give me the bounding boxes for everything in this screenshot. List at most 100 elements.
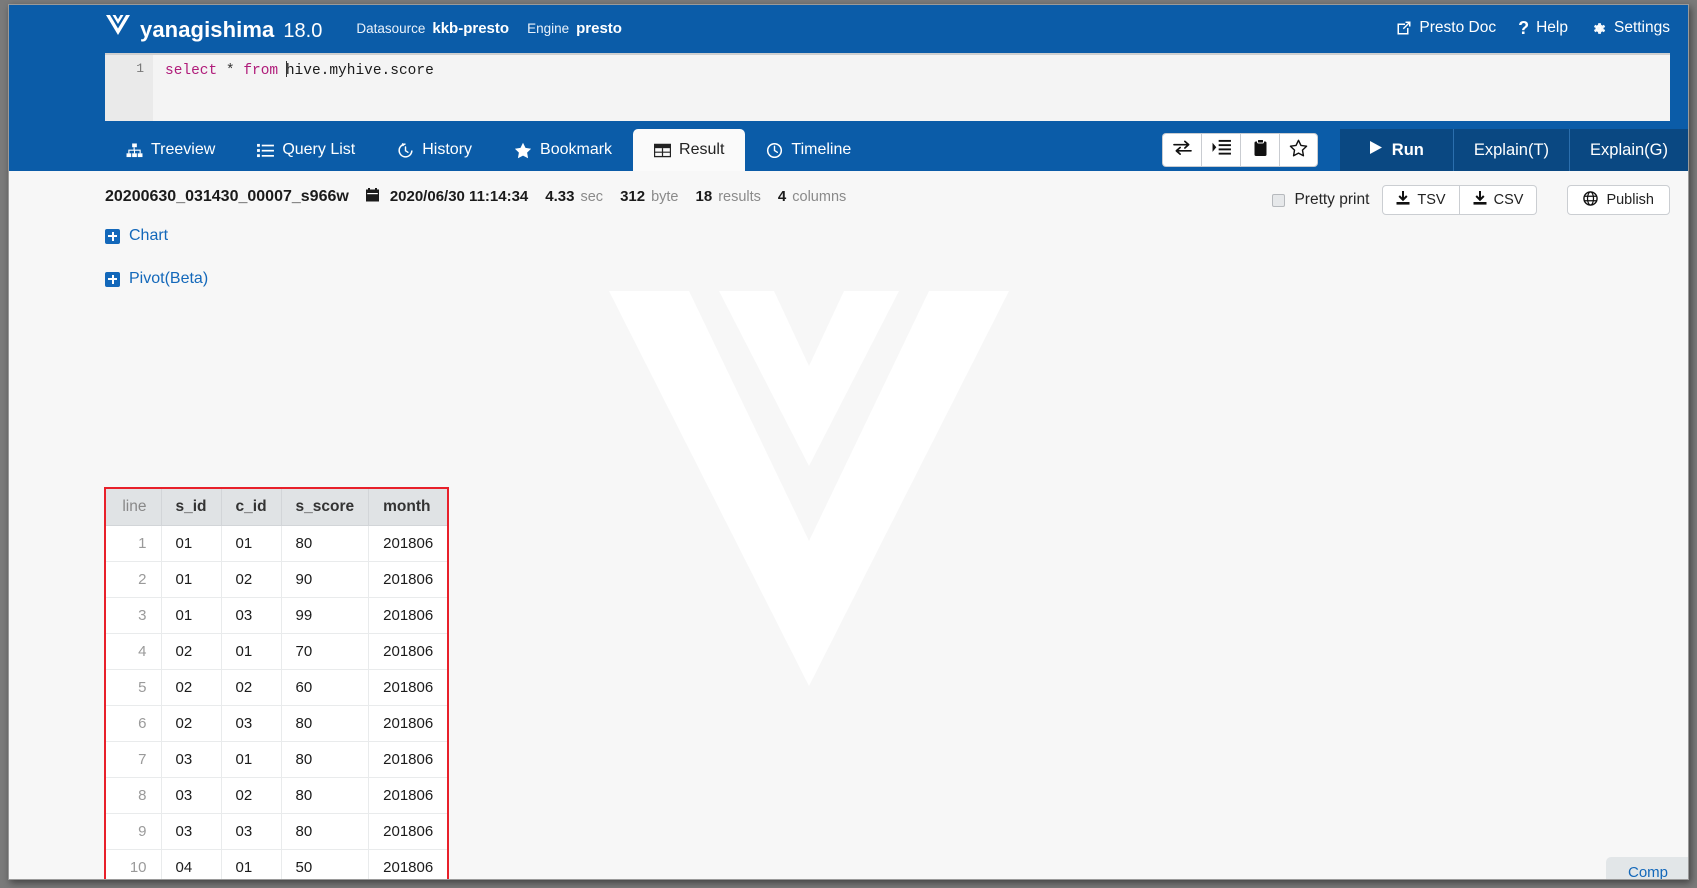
pretty-print-checkbox[interactable] [1272,193,1286,207]
question-mark-icon: ? [1518,18,1530,38]
star-filled-icon [514,142,532,159]
star-outline-button[interactable] [1279,133,1318,167]
download-group: TSV CSV [1382,185,1538,215]
run-button-group: Run Explain(T) Explain(G) [1339,129,1688,171]
explain-t-button[interactable]: Explain(T) [1453,129,1571,171]
settings-link[interactable]: Settings [1590,19,1670,37]
cell-s_id: 01 [161,561,222,598]
cell-s_score: 80 [281,777,370,814]
tab-history[interactable]: History [376,129,493,171]
cell-s_id: 04 [161,849,222,879]
download-icon [1473,190,1487,210]
pivot-toggle[interactable]: Pivot(Beta) [9,270,208,288]
chart-toggle-label: Chart [129,227,169,244]
brand-logo[interactable]: yanagishima 18.0 [105,13,322,43]
cell-month: 201806 [368,525,448,562]
column-header-s_id[interactable]: s_id [161,489,222,526]
rows-unit: results [718,189,761,205]
column-header-line[interactable]: line [106,489,162,526]
timestamp-value: 2020/06/30 11:14:34 [389,188,529,205]
app-window: yanagishima 18.0 Datasource kkb-presto E… [8,4,1689,880]
rows-group: 18 results [696,188,761,205]
compare-chip[interactable]: Comp [1605,857,1688,879]
tab-label: Treeview [151,141,216,158]
cell-line: 8 [106,777,162,814]
size-value: 312 [620,188,646,205]
tab-result[interactable]: Result [633,129,746,171]
cell-month: 201806 [368,633,448,670]
tab-query-list[interactable]: Query List [236,129,376,171]
datasource-group[interactable]: Datasource kkb-presto [356,20,509,37]
table-row[interactable]: 8 03 02 80 201806 [106,777,448,814]
column-header-month[interactable]: month [368,489,448,526]
download-csv-button[interactable]: CSV [1459,185,1538,215]
chart-toggle[interactable]: Chart [9,227,168,245]
cell-month: 201806 [368,813,448,850]
pretty-print-control[interactable]: Pretty print [1272,191,1369,209]
cell-c_id: 02 [221,561,282,598]
run-button[interactable]: Run [1339,129,1454,171]
swap-arrows-icon [1172,139,1192,161]
elapsed-value: 4.33 [545,188,575,205]
editor-tool-group [1162,133,1318,167]
table-row[interactable]: 1 01 01 80 201806 [106,525,448,562]
swap-arrows-button[interactable] [1162,133,1201,167]
explain-g-button[interactable]: Explain(G) [1570,129,1688,171]
table-row[interactable]: 2 01 02 90 201806 [106,561,448,598]
brand-version: 18.0 [283,20,323,42]
cell-s_id: 02 [161,633,222,670]
tab-treeview[interactable]: Treeview [105,129,236,171]
cell-s_score: 80 [281,741,370,778]
history-icon [397,142,414,159]
column-header-s_score[interactable]: s_score [281,489,370,526]
cell-c_id: 01 [221,525,282,562]
cell-c_id: 03 [221,705,282,742]
cell-c_id: 01 [221,849,282,879]
tab-timeline[interactable]: Timeline [745,129,872,171]
result-table-highlight: line s_id c_id s_score month 1 01 01 80 … [104,487,450,879]
engine-group[interactable]: Engine presto [527,20,622,37]
cell-c_id: 02 [221,669,282,706]
table-row[interactable]: 3 01 03 99 201806 [106,597,448,634]
format-indent-icon [1212,139,1231,161]
external-link-icon [1396,20,1412,36]
tab-label: Timeline [791,141,852,158]
table-row[interactable]: 9 03 03 80 201806 [106,813,448,850]
engine-value: presto [576,19,622,37]
result-table[interactable]: line s_id c_id s_score month 1 01 01 80 … [106,489,448,879]
datasource-label: Datasource [356,20,426,36]
table-head: line s_id c_id s_score month [106,489,448,526]
table-row[interactable]: 10 04 01 50 201806 [106,849,448,879]
table-row[interactable]: 6 02 03 80 201806 [106,705,448,742]
column-header-c_id[interactable]: c_id [221,489,282,526]
cell-month: 201806 [368,777,448,814]
cell-s_id: 01 [161,525,222,562]
table-body: 1 01 01 80 201806 2 01 02 90 201806 3 01… [106,525,448,879]
tab-bookmark[interactable]: Bookmark [493,129,633,171]
cell-s_score: 70 [281,633,370,670]
columns-value: 4 [777,188,787,205]
header-links: Presto Doc ? Help Settings [1396,19,1670,37]
cell-s_id: 02 [161,705,222,742]
sql-table-name: hive.myhive.score [285,63,434,79]
table-row[interactable]: 7 03 01 80 201806 [106,741,448,778]
download-tsv-button[interactable]: TSV [1382,185,1460,215]
presto-doc-link[interactable]: Presto Doc [1396,19,1496,37]
help-label: Help [1536,19,1568,36]
clipboard-button[interactable] [1240,133,1279,167]
elapsed-unit: sec [580,189,604,205]
format-indent-button[interactable] [1201,133,1240,167]
sql-code[interactable]: select * from hive.myhive.score [153,55,1670,121]
cell-line: 3 [106,597,162,634]
table-row[interactable]: 4 02 01 70 201806 [106,633,448,670]
columns-group: 4 columns [778,188,846,205]
size-group: 312 byte [620,188,678,205]
cell-month: 201806 [368,705,448,742]
help-link[interactable]: ? Help [1518,19,1568,37]
app-header: yanagishima 18.0 Datasource kkb-presto E… [9,5,1688,51]
watermark-logo-icon [599,266,1019,701]
publish-button[interactable]: Publish [1567,185,1670,215]
cell-line: 5 [106,669,162,706]
table-row[interactable]: 5 02 02 60 201806 [106,669,448,706]
sql-editor[interactable]: 1 select * from hive.myhive.score [105,53,1670,121]
